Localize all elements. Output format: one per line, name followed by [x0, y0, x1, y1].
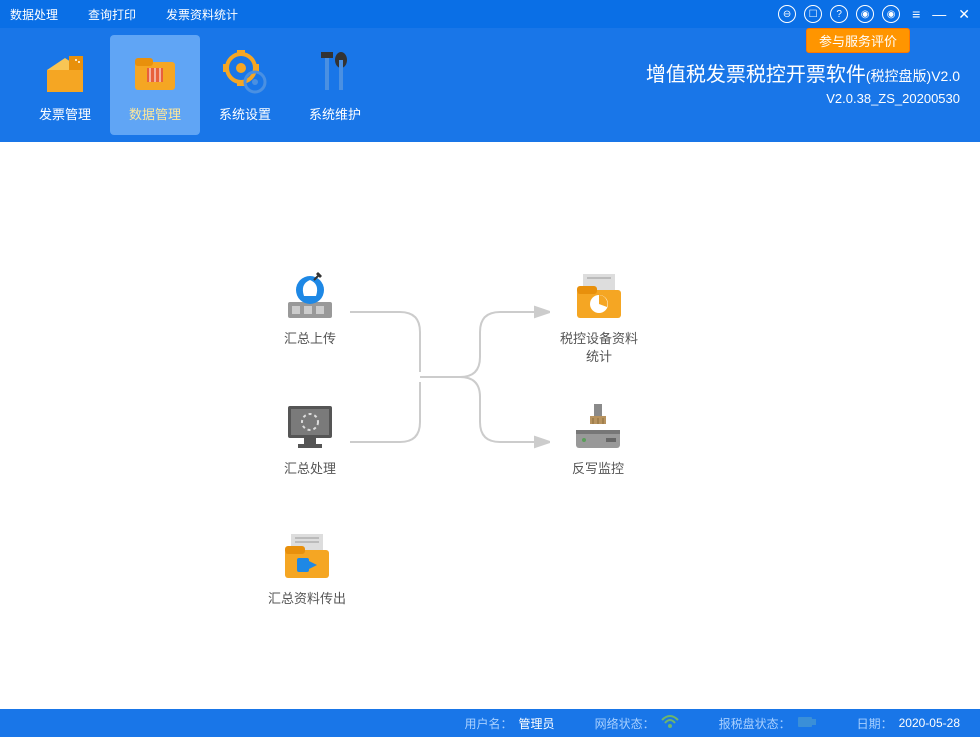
top-menu-bar: 数据处理 查询打印 发票资料统计 ⊖ ☐ ? ◉ ◉ ≡ — ✕	[0, 0, 980, 28]
tool-label: 发票管理	[39, 104, 91, 123]
status-date: 日期： 2020-05-28	[857, 715, 960, 732]
tool-data-manage[interactable]: 数据管理	[110, 35, 200, 135]
tool-label: 系统维护	[309, 104, 361, 123]
workflow-label: 汇总资料传出	[268, 590, 346, 608]
top-right-controls: ⊖ ☐ ? ◉ ◉ ≡ — ✕	[778, 5, 970, 23]
status-tax-label: 报税盘状态：	[719, 715, 791, 732]
chat-icon[interactable]: ☐	[804, 5, 822, 23]
minimize-button[interactable]: —	[932, 6, 946, 22]
wifi-icon	[661, 715, 679, 732]
workflow-label: 汇总处理	[280, 460, 340, 478]
workflow-label: 汇总上传	[280, 330, 340, 348]
menu-item-query-print[interactable]: 查询打印	[88, 6, 136, 23]
gear-icon	[221, 48, 269, 96]
help-icon[interactable]: ?	[830, 5, 848, 23]
menu-item-data-process[interactable]: 数据处理	[10, 6, 58, 23]
workflow-upload[interactable]: 汇总上传	[280, 272, 340, 348]
content-area: 汇总上传 汇总处理 汇总资料传出	[0, 142, 980, 709]
user-icon[interactable]: ◉	[882, 5, 900, 23]
workflow-device-stats[interactable]: 税控设备资料 统计	[560, 272, 638, 366]
tool-label: 系统设置	[219, 104, 271, 123]
sync-icon[interactable]: ⊖	[778, 5, 796, 23]
app-version: V2.0.38_ZS_20200530	[646, 91, 960, 106]
workflow-label: 反写监控	[568, 460, 628, 478]
workflow-label: 税控设备资料 统计	[560, 330, 638, 366]
status-tax-disk: 报税盘状态：	[719, 715, 817, 732]
box-icon	[41, 48, 89, 96]
menu-item-invoice-stats[interactable]: 发票资料统计	[166, 6, 238, 23]
status-bar: 用户名： 管理员 网络状态： 报税盘状态： 日期： 2020-05-28	[0, 709, 980, 737]
menu-button[interactable]: ≡	[912, 6, 920, 22]
status-date-label: 日期：	[857, 715, 893, 732]
workflow-export[interactable]: 汇总资料传出	[268, 532, 346, 608]
status-date-value: 2020-05-28	[899, 716, 960, 730]
lock-icon[interactable]: ◉	[856, 5, 874, 23]
tool-label: 数据管理	[129, 104, 181, 123]
drive-brush-icon	[568, 402, 628, 452]
folder-chart-icon	[569, 272, 629, 322]
status-network-label: 网络状态：	[595, 715, 655, 732]
folder-export-icon	[277, 532, 337, 582]
disk-icon	[797, 715, 817, 732]
folder-icon	[131, 48, 179, 96]
status-network: 网络状态：	[595, 715, 679, 732]
upload-icon	[280, 272, 340, 322]
workflow-monitor[interactable]: 反写监控	[568, 402, 628, 478]
tool-invoice-manage[interactable]: 发票管理	[20, 35, 110, 135]
tool-system-maintain[interactable]: 系统维护	[290, 35, 380, 135]
status-user-label: 用户名：	[465, 715, 513, 732]
status-user-value: 管理员	[519, 715, 555, 732]
status-user: 用户名： 管理员	[465, 715, 555, 732]
app-title-main: 增值税发票税控开票软件	[646, 64, 866, 86]
menu-items: 数据处理 查询打印 发票资料统计	[10, 6, 238, 23]
eval-badge[interactable]: 参与服务评价	[806, 28, 910, 53]
tools-icon	[311, 48, 359, 96]
app-title: 增值税发票税控开票软件(税控盘版)V2.0 V2.0.38_ZS_2020053…	[646, 58, 960, 106]
app-title-edition: (税控盘版)V2.0	[866, 68, 960, 84]
monitor-icon	[280, 402, 340, 452]
workflow-process[interactable]: 汇总处理	[280, 402, 340, 478]
tool-system-settings[interactable]: 系统设置	[200, 35, 290, 135]
close-button[interactable]: ✕	[958, 6, 970, 23]
